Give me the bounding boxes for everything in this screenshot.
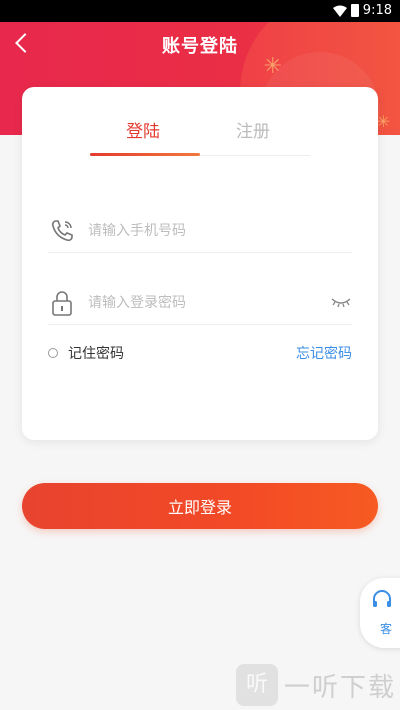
customer-service-label: 客 bbox=[380, 622, 393, 636]
login-button[interactable]: 立即登录 bbox=[22, 483, 378, 529]
tab-login[interactable]: 登陆 bbox=[126, 117, 160, 142]
watermark-text: 一听下载 bbox=[284, 672, 397, 703]
lock-icon bbox=[52, 291, 72, 316]
status-time: 9:18 bbox=[362, 3, 392, 18]
phone-input[interactable] bbox=[88, 219, 318, 243]
page-title: 账号登陆 bbox=[162, 36, 238, 57]
status-bar: 9:18 bbox=[0, 0, 400, 22]
password-input[interactable] bbox=[88, 291, 318, 315]
eye-closed-icon[interactable] bbox=[330, 295, 352, 309]
battery-icon bbox=[350, 4, 359, 17]
password-field bbox=[48, 283, 352, 325]
tab-active-indicator bbox=[90, 153, 200, 156]
forgot-password-link[interactable]: 忘记密码 bbox=[296, 343, 352, 363]
tab-bar: 登陆 注册 bbox=[90, 117, 310, 159]
watermark: 听 一听下载 bbox=[236, 664, 396, 706]
headset-icon bbox=[373, 590, 391, 607]
remember-password-toggle[interactable]: 记住密码 bbox=[48, 343, 124, 363]
watermark-logo: 听 bbox=[236, 664, 278, 706]
tab-register[interactable]: 注册 bbox=[236, 117, 270, 142]
login-card: 登陆 注册 记住密码 忘记密码 bbox=[22, 87, 378, 440]
wifi-icon bbox=[332, 5, 347, 17]
remember-label: 记住密码 bbox=[68, 346, 124, 362]
phone-icon bbox=[51, 220, 73, 242]
sparkle-icon: ✳ bbox=[376, 112, 390, 131]
remember-radio[interactable] bbox=[48, 348, 58, 358]
phone-field bbox=[48, 211, 352, 253]
customer-service-button[interactable]: 客 bbox=[360, 578, 400, 648]
